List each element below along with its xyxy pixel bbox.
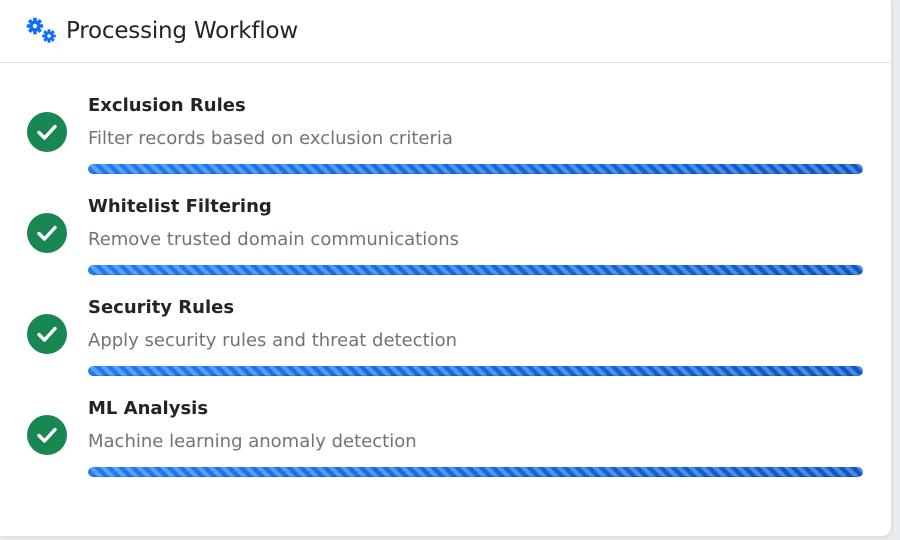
check-icon (27, 213, 67, 253)
step-security-rules: Security Rules Apply security rules and … (0, 266, 891, 376)
step-title: Security Rules (88, 297, 235, 318)
step-description: Apply security rules and threat detectio… (88, 330, 458, 351)
check-icon (27, 415, 67, 455)
progress-bar (88, 467, 863, 477)
page-title: Processing Workflow (66, 18, 298, 44)
check-icon (27, 112, 67, 152)
step-title: Exclusion Rules (88, 95, 246, 116)
step-ml-analysis: ML Analysis Machine learning anomaly det… (0, 367, 891, 477)
progress-track (88, 467, 863, 477)
step-description: Machine learning anomaly detection (88, 431, 417, 452)
step-exclusion-rules: Exclusion Rules Filter records based on … (0, 64, 891, 174)
step-description: Remove trusted domain communications (88, 229, 460, 250)
step-title: ML Analysis (88, 398, 209, 419)
card-header: Processing Workflow (0, 0, 891, 63)
check-icon (27, 314, 67, 354)
workflow-card: Processing Workflow Exclusion Rules Filt… (0, 0, 892, 537)
step-description: Filter records based on exclusion criter… (88, 128, 453, 149)
step-title: Whitelist Filtering (88, 196, 272, 217)
cogs-icon (26, 17, 60, 45)
step-whitelist-filtering: Whitelist Filtering Remove trusted domai… (0, 165, 891, 275)
